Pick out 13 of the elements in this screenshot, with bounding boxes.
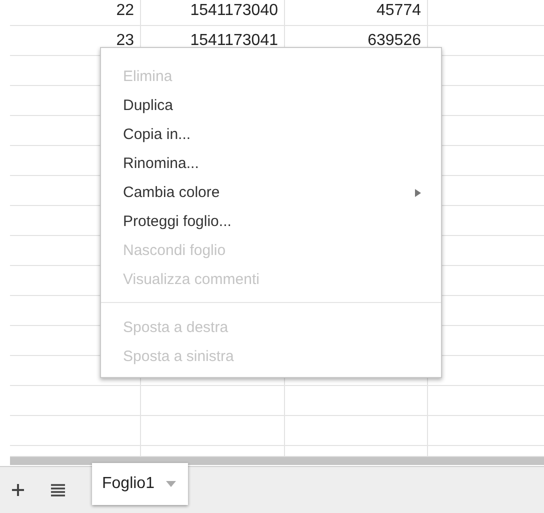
menu-item[interactable]: Copia in... bbox=[101, 120, 441, 149]
scrollbar[interactable] bbox=[10, 456, 544, 465]
menu-item[interactable]: Rinomina... bbox=[101, 149, 441, 178]
caret-icon bbox=[166, 481, 176, 487]
list-icon bbox=[50, 483, 66, 497]
menu-item[interactable]: Proteggi foglio... bbox=[101, 207, 441, 236]
table-cell: 45774 bbox=[285, 0, 428, 25]
menu-item[interactable]: Duplica bbox=[101, 91, 441, 120]
table-cell: 22 bbox=[10, 0, 141, 25]
plus-icon bbox=[11, 483, 25, 497]
sheet-tab[interactable]: Foglio1 bbox=[92, 463, 188, 505]
table-cell: 1541173040 bbox=[141, 0, 285, 25]
menu-item[interactable]: Cambia colore bbox=[101, 178, 441, 207]
